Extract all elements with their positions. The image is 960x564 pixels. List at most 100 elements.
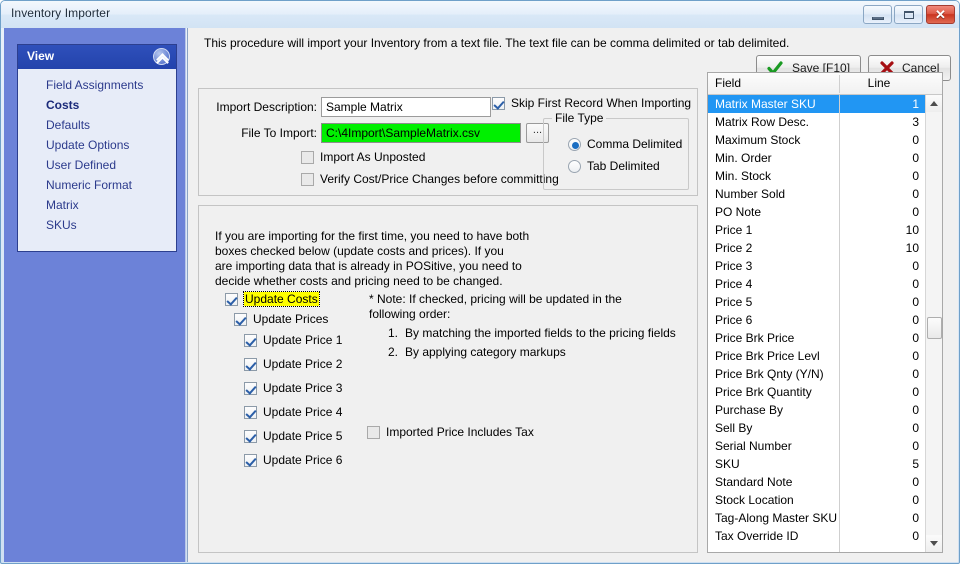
grid-cell-field: Min. Stock bbox=[715, 169, 772, 183]
update-price-5-label: Update Price 5 bbox=[263, 429, 343, 443]
sidebar-item-skus[interactable]: SKUs bbox=[18, 215, 176, 235]
import-description-label: Import Description: bbox=[216, 100, 317, 114]
maximize-icon bbox=[904, 11, 914, 19]
grid-cell-line: 0 bbox=[912, 259, 919, 273]
verify-cost-price-checkbox[interactable] bbox=[301, 173, 314, 186]
grid-cell-field: Matrix Master SKU bbox=[715, 97, 816, 111]
table-row[interactable]: Tag-Along Master SKU 0 bbox=[708, 509, 925, 527]
table-row[interactable]: Price 1 10 bbox=[708, 221, 925, 239]
table-row[interactable]: Price 4 0 bbox=[708, 275, 925, 293]
grid-cell-field: Price Brk Quantity bbox=[715, 385, 812, 399]
note-line-2: following order: bbox=[369, 307, 451, 321]
table-row[interactable]: Price Brk Qnty (Y/N) 0 bbox=[708, 365, 925, 383]
table-row[interactable]: PO Note 0 bbox=[708, 203, 925, 221]
table-row[interactable]: Price 6 0 bbox=[708, 311, 925, 329]
update-price-3-checkbox[interactable] bbox=[244, 382, 257, 395]
scroll-down-arrow-icon[interactable] bbox=[926, 535, 942, 552]
close-button[interactable]: ✕ bbox=[926, 5, 955, 24]
table-row[interactable]: Stock Location 0 bbox=[708, 491, 925, 509]
table-row[interactable]: Sell By 0 bbox=[708, 419, 925, 437]
radio-comma-delimited[interactable] bbox=[568, 138, 581, 151]
import-description-input[interactable] bbox=[321, 97, 491, 117]
grid-column-header-line[interactable]: Line bbox=[853, 76, 905, 90]
update-price-2-checkbox[interactable] bbox=[244, 358, 257, 371]
sidebar-item-defaults[interactable]: Defaults bbox=[18, 115, 176, 135]
grid-body: Matrix Master SKU 1 Matrix Row Desc. 3 Maxim… bbox=[708, 95, 925, 552]
table-row[interactable]: Maximum Stock 0 bbox=[708, 131, 925, 149]
note-item-2-text: By applying category markups bbox=[405, 345, 566, 359]
update-price-3-label: Update Price 3 bbox=[263, 381, 343, 395]
table-row[interactable]: Standard Note 0 bbox=[708, 473, 925, 491]
update-price-4-checkbox[interactable] bbox=[244, 406, 257, 419]
minimize-icon bbox=[872, 17, 884, 20]
grid-column-header-field[interactable]: Field bbox=[715, 76, 741, 90]
import-source-group: Import Description: File To Import: ... … bbox=[198, 88, 698, 196]
title-bar: Inventory Importer ✕ bbox=[1, 1, 959, 28]
sidebar-item-numeric-format[interactable]: Numeric Format bbox=[18, 175, 176, 195]
grid-cell-field: Sell By bbox=[715, 421, 753, 435]
sidebar-item-field-assignments[interactable]: Field Assignments bbox=[18, 75, 176, 95]
sidebar-item-user-defined[interactable]: User Defined bbox=[18, 155, 176, 175]
grid-cell-line: 0 bbox=[912, 367, 919, 381]
table-row[interactable]: Price 3 0 bbox=[708, 257, 925, 275]
table-row[interactable]: Price Brk Price Levl 0 bbox=[708, 347, 925, 365]
table-row[interactable]: Min. Stock 0 bbox=[708, 167, 925, 185]
grid-cell-field: Price 1 bbox=[715, 223, 753, 237]
table-row[interactable]: Serial Number 0 bbox=[708, 437, 925, 455]
table-row[interactable]: Matrix Row Desc. 3 bbox=[708, 113, 925, 131]
table-row[interactable]: Price 2 10 bbox=[708, 239, 925, 257]
instructions-line-3: are importing data that is already in PO… bbox=[215, 259, 522, 273]
update-price-1-checkbox[interactable] bbox=[244, 334, 257, 347]
grid-cell-field: Maximum Stock bbox=[715, 133, 801, 147]
radio-comma-delimited-label: Comma Delimited bbox=[587, 137, 683, 151]
update-prices-checkbox[interactable] bbox=[234, 313, 247, 326]
window-title: Inventory Importer bbox=[11, 6, 111, 20]
grid-cell-line: 0 bbox=[912, 313, 919, 327]
table-row[interactable]: Tax Override ID 0 bbox=[708, 527, 925, 545]
grid-cell-line: 0 bbox=[912, 331, 919, 345]
chevron-up-icon[interactable] bbox=[153, 48, 170, 65]
update-price-1-label: Update Price 1 bbox=[263, 333, 343, 347]
grid-cell-line: 1 bbox=[912, 97, 919, 111]
file-to-import-input[interactable] bbox=[321, 123, 521, 143]
skip-first-record-checkbox[interactable] bbox=[492, 97, 505, 110]
application-window: Inventory Importer ✕ View Field Assignme… bbox=[0, 0, 960, 564]
grid-cell-field: Price 3 bbox=[715, 259, 753, 273]
radio-tab-delimited[interactable] bbox=[568, 160, 581, 173]
sidebar-item-list: Field Assignments Costs Defaults Update … bbox=[18, 69, 176, 235]
grid-scrollbar[interactable] bbox=[925, 95, 942, 552]
table-row[interactable]: Matrix Master SKU 1 bbox=[708, 95, 925, 113]
scroll-up-arrow-icon[interactable] bbox=[926, 95, 942, 112]
sidebar-item-matrix[interactable]: Matrix bbox=[18, 195, 176, 215]
table-row[interactable]: Purchase By 0 bbox=[708, 401, 925, 419]
update-price-6-checkbox[interactable] bbox=[244, 454, 257, 467]
table-row[interactable]: SKU 5 bbox=[708, 455, 925, 473]
table-row[interactable]: Number Sold 0 bbox=[708, 185, 925, 203]
grid-cell-line: 0 bbox=[912, 205, 919, 219]
file-to-import-label: File To Import: bbox=[241, 126, 317, 140]
grid-cell-line: 0 bbox=[912, 475, 919, 489]
grid-cell-line: 0 bbox=[912, 385, 919, 399]
table-row[interactable]: Price Brk Price 0 bbox=[708, 329, 925, 347]
update-price-4-label: Update Price 4 bbox=[263, 405, 343, 419]
update-price-5-checkbox[interactable] bbox=[244, 430, 257, 443]
sidebar-item-costs[interactable]: Costs bbox=[18, 95, 176, 115]
view-group: View Field Assignments Costs Defaults Up… bbox=[17, 44, 177, 252]
maximize-button[interactable] bbox=[894, 5, 923, 24]
grid-cell-line: 0 bbox=[912, 169, 919, 183]
sidebar-item-update-options[interactable]: Update Options bbox=[18, 135, 176, 155]
update-costs-checkbox[interactable] bbox=[225, 293, 238, 306]
grid-cell-field: Price 4 bbox=[715, 277, 753, 291]
scrollbar-thumb[interactable] bbox=[927, 317, 942, 339]
table-row[interactable]: Price Brk Quantity 0 bbox=[708, 383, 925, 401]
grid-cell-line: 10 bbox=[905, 241, 919, 255]
grid-cell-field: Price Brk Price Levl bbox=[715, 349, 820, 363]
grid-cell-line: 0 bbox=[912, 277, 919, 291]
table-row[interactable]: Price 5 0 bbox=[708, 293, 925, 311]
import-as-unposted-checkbox[interactable] bbox=[301, 151, 314, 164]
view-group-title: View bbox=[27, 49, 55, 63]
table-row[interactable]: Min. Order 0 bbox=[708, 149, 925, 167]
grid-header-row: Field Line bbox=[708, 73, 942, 95]
imported-price-includes-tax-checkbox[interactable] bbox=[367, 426, 380, 439]
minimize-button[interactable] bbox=[863, 5, 892, 24]
